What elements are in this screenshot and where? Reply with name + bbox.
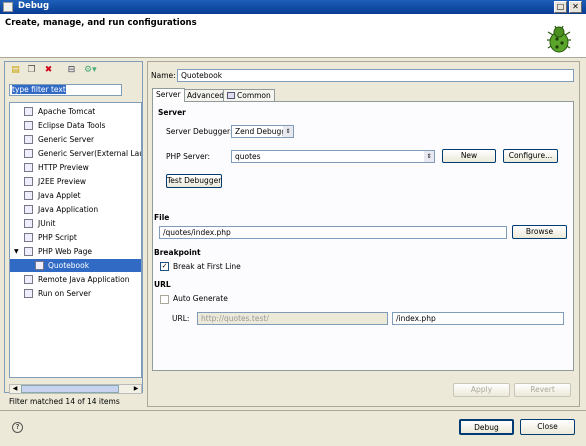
tree-item-remote-java-application[interactable]: Remote Java Application [10,273,141,286]
java-app-icon [24,205,33,214]
server-debugger-select[interactable]: Zend Debugg ⇕ [231,125,294,138]
window-title: Debug [18,1,50,11]
delete-config-icon[interactable]: ✖ [43,65,54,76]
banner-title: Create, manage, and run configurations [5,18,197,28]
revert-button[interactable]: Revert [514,383,571,397]
server-icon [24,177,33,186]
server-section-title: Server [158,108,186,117]
tab-common-label: Common [237,91,271,100]
browse-button[interactable]: Browse [512,225,567,239]
php-web-icon [24,247,33,256]
filter-input[interactable]: type filter text [9,84,122,96]
tree-item-apache-tomcat[interactable]: Apache Tomcat [10,105,141,118]
debug-bug-icon [547,25,571,53]
run-server-icon [24,289,33,298]
server-tab-body: Server Server Debugger: Zend Debugg ⇕ PH… [152,101,574,371]
php-web-config-icon [35,261,44,270]
debug-button[interactable]: Debug [459,419,514,435]
launch-config-panel: ▤ ❐ ✖ ⊟ ⚙▾ type filter text Apache Tomca… [4,61,143,394]
server-debugger-label: Server Debugger: [166,127,233,136]
php-script-icon [24,233,33,242]
maximize-button[interactable]: □ [554,1,567,13]
common-tab-icon [227,92,235,99]
breakpoint-section-title: Breakpoint [154,248,201,257]
new-server-button[interactable]: New [442,149,496,163]
junit-icon [24,219,33,228]
header-banner: Create, manage, and run configurations [0,14,586,58]
remote-java-icon [24,275,33,284]
spinner-icon: ⇕ [424,151,434,162]
url-path-input[interactable]: /index.php [392,312,564,325]
tree-item-php-script[interactable]: PHP Script [10,231,141,244]
applet-icon [24,191,33,200]
server-icon [24,163,33,172]
tree-item-quotebook[interactable]: Quotebook [10,259,141,272]
tomcat-icon [24,107,33,116]
name-label: Name: [151,71,176,80]
tree-item-php-web-page[interactable]: ▼ PHP Web Page [10,245,141,258]
tree-item-generic-server-external[interactable]: Generic Server(External Launc [10,147,141,160]
url-section-title: URL [154,280,171,289]
scroll-right-icon[interactable]: ▶ [131,385,141,393]
auto-generate-label: Auto Generate [173,294,228,303]
url-base-input[interactable]: http://quotes.test/ [197,312,388,325]
php-server-label: PHP Server: [166,152,211,161]
close-window-button[interactable]: ✕ [569,1,582,13]
window-icon [3,2,13,12]
apply-button[interactable]: Apply [453,383,510,397]
tree-item-generic-server[interactable]: Generic Server [10,133,141,146]
expanded-arrow-icon[interactable]: ▼ [14,245,19,258]
config-editor-panel: Name: Quotebook Server Advanced Common S… [147,61,580,407]
break-first-line-checkbox[interactable]: ✓ [160,262,169,271]
tree-item-http-preview[interactable]: HTTP Preview [10,161,141,174]
tree-item-junit[interactable]: JUnit [10,217,141,230]
datatools-icon [24,121,33,130]
server-debugger-value: Zend Debugg [235,127,287,136]
url-label: URL: [172,314,190,323]
tree-item-run-on-server[interactable]: Run on Server [10,287,141,300]
test-debugger-button[interactable]: Test Debugger [166,174,222,188]
scroll-thumb[interactable] [21,385,119,393]
tree-horizontal-scrollbar[interactable]: ◀ ▶ [9,384,142,394]
auto-generate-checkbox[interactable] [160,295,169,304]
config-tree[interactable]: Apache Tomcat Eclipse Data Tools Generic… [9,102,142,378]
tab-server[interactable]: Server [152,88,185,102]
server-icon [24,135,33,144]
filter-menu-icon[interactable]: ⚙▾ [84,65,97,76]
tree-item-java-applet[interactable]: Java Applet [10,189,141,202]
title-bar: Debug □ ✕ [0,0,586,14]
break-first-line-label: Break at First Line [173,262,241,271]
php-server-select[interactable]: quotes ⇕ [231,150,435,163]
collapse-all-icon[interactable]: ⊟ [66,65,77,76]
help-icon[interactable]: ? [12,422,23,433]
spinner-icon: ⇕ [283,126,293,137]
new-config-icon[interactable]: ▤ [10,65,21,76]
file-input[interactable]: /quotes/index.php [159,226,507,239]
tree-item-java-application[interactable]: Java Application [10,203,141,216]
php-server-value: quotes [235,152,261,161]
duplicate-config-icon[interactable]: ❐ [26,65,37,76]
name-input[interactable]: Quotebook [177,69,574,82]
footer-separator [0,410,586,411]
server-icon [24,149,33,158]
configure-server-button[interactable]: Configure... [503,149,558,163]
filter-status: Filter matched 14 of 14 items [9,397,120,406]
filter-text: type filter text [12,85,66,94]
tree-item-j2ee-preview[interactable]: J2EE Preview [10,175,141,188]
close-button[interactable]: Close [520,419,575,435]
file-section-title: File [154,213,170,222]
scroll-left-icon[interactable]: ◀ [10,385,20,393]
tree-item-eclipse-data-tools[interactable]: Eclipse Data Tools [10,119,141,132]
